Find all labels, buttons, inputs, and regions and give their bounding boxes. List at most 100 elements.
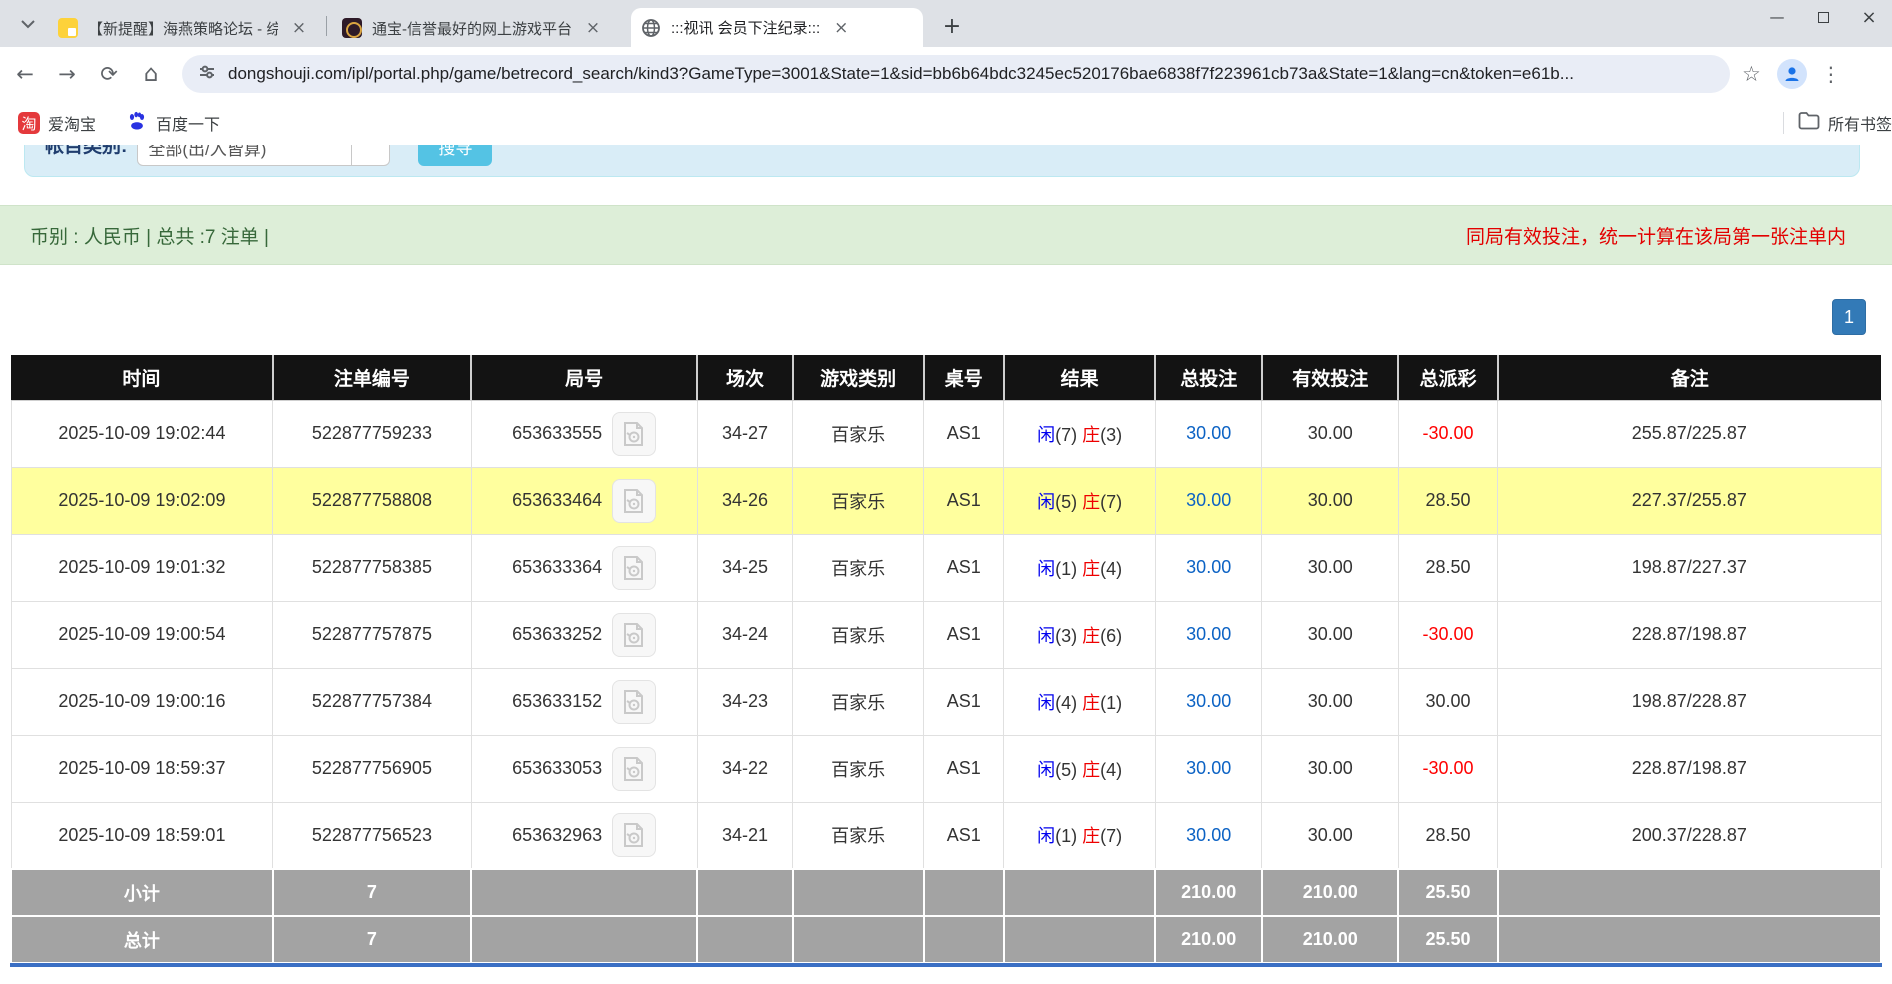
cell-round: 653633464 xyxy=(471,467,697,534)
subtotal-valid-bet: 210.00 xyxy=(1262,869,1399,916)
tab-close-icon[interactable]: × xyxy=(584,19,602,37)
empty-cell xyxy=(1498,869,1881,916)
cell-time: 2025-10-09 19:00:54 xyxy=(11,601,273,668)
cell-payout: 28.50 xyxy=(1398,534,1497,601)
home-icon[interactable]: ⌂ xyxy=(134,57,168,91)
result-banker: 庄 xyxy=(1082,492,1100,512)
all-bookmarks-label: 所有书签 xyxy=(1828,111,1892,135)
video-replay-icon[interactable] xyxy=(612,747,656,791)
cell-game-type: 百家乐 xyxy=(793,802,924,869)
cell-valid-bet: 30.00 xyxy=(1262,601,1399,668)
video-replay-icon[interactable] xyxy=(612,813,656,857)
cell-result: 闲(5) 庄(4) xyxy=(1004,735,1155,802)
total-bet-link[interactable]: 30.00 xyxy=(1186,825,1231,845)
search-button[interactable]: 搜寻 xyxy=(418,145,492,166)
tab-close-icon[interactable]: × xyxy=(290,19,308,37)
result-player: 闲 xyxy=(1037,693,1055,713)
result-banker: 庄 xyxy=(1082,693,1100,713)
reload-icon[interactable]: ⟳ xyxy=(92,57,126,91)
video-replay-icon[interactable] xyxy=(612,680,656,724)
result-banker: 庄 xyxy=(1082,760,1100,780)
cell-game-type: 百家乐 xyxy=(793,400,924,467)
result-banker: 庄 xyxy=(1082,826,1100,846)
cell-round: 653633555 xyxy=(471,400,697,467)
bet-records-table: 时间 注单编号 局号 场次 游戏类别 桌号 结果 总投注 有效投注 总派彩 备注… xyxy=(10,355,1882,964)
maximize-icon[interactable] xyxy=(1800,0,1846,34)
new-tab-icon[interactable]: + xyxy=(938,14,966,42)
bookmark-taobao[interactable]: 淘 爱淘宝 xyxy=(18,111,96,135)
video-replay-icon[interactable] xyxy=(612,412,656,456)
cell-result: 闲(3) 庄(6) xyxy=(1004,601,1155,668)
result-banker: 庄 xyxy=(1082,626,1100,646)
bookmark-baidu[interactable]: 百度一下 xyxy=(126,110,220,137)
cell-bet-id: 522877759233 xyxy=(273,400,471,467)
cell-round: 653632963 xyxy=(471,802,697,869)
tab-tongbao[interactable]: 通宝-信誉最好的网上游戏平台 × xyxy=(332,9,622,47)
video-replay-icon[interactable] xyxy=(612,613,656,657)
cell-session: 34-27 xyxy=(697,400,792,467)
cell-session: 34-25 xyxy=(697,534,792,601)
video-replay-icon[interactable] xyxy=(612,479,656,523)
folder-icon xyxy=(1798,112,1820,135)
total-bet-link[interactable]: 30.00 xyxy=(1186,557,1231,577)
video-replay-icon[interactable] xyxy=(612,546,656,590)
close-window-icon[interactable]: × xyxy=(1846,0,1892,34)
site-settings-icon[interactable] xyxy=(198,63,216,86)
cell-bet-id: 522877758385 xyxy=(273,534,471,601)
profile-avatar[interactable] xyxy=(1777,59,1807,89)
result-player-score: (5) xyxy=(1055,760,1077,780)
total-total-bet: 210.00 xyxy=(1155,916,1262,963)
bookmark-label: 百度一下 xyxy=(156,111,220,135)
tab-search-chevron-icon[interactable] xyxy=(14,10,42,38)
bookmark-star-icon[interactable]: ☆ xyxy=(1742,62,1761,86)
cell-round: 653633364 xyxy=(471,534,697,601)
window-controls: — × xyxy=(1754,0,1892,34)
tab-haiyan-forum[interactable]: 【新提醒】海燕策略论坛 - 综合 × xyxy=(48,9,320,47)
all-bookmarks[interactable]: 所有书签 xyxy=(1783,101,1892,145)
filter-select-arrow[interactable] xyxy=(352,145,390,166)
cell-remark: 255.87/225.87 xyxy=(1498,400,1881,467)
cell-session: 34-26 xyxy=(697,467,792,534)
result-player: 闲 xyxy=(1037,826,1055,846)
total-bet-link[interactable]: 30.00 xyxy=(1186,624,1231,644)
page-1-button[interactable]: 1 xyxy=(1832,299,1866,335)
table-row: 2025-10-09 19:02:44 522877759233 6536335… xyxy=(11,400,1881,467)
cell-time: 2025-10-09 19:00:16 xyxy=(11,668,273,735)
menu-dots-icon[interactable]: ⋮ xyxy=(1819,62,1843,86)
result-player: 闲 xyxy=(1037,559,1055,579)
cell-valid-bet: 30.00 xyxy=(1262,802,1399,869)
empty-cell xyxy=(1498,916,1881,963)
cell-payout: 28.50 xyxy=(1398,467,1497,534)
empty-cell xyxy=(793,916,924,963)
total-bet-link[interactable]: 30.00 xyxy=(1186,423,1231,443)
cell-bet-id: 522877756523 xyxy=(273,802,471,869)
globe-icon xyxy=(641,18,661,38)
back-icon[interactable]: ← xyxy=(8,57,42,91)
cell-time: 2025-10-09 19:02:44 xyxy=(11,400,273,467)
total-bet-link[interactable]: 30.00 xyxy=(1186,691,1231,711)
total-bet-link[interactable]: 30.00 xyxy=(1186,758,1231,778)
tab-bet-records-active[interactable]: :::视讯 会员下注纪录::: × xyxy=(631,8,923,47)
cell-time: 2025-10-09 19:02:09 xyxy=(11,467,273,534)
round-number: 653633555 xyxy=(512,423,602,444)
url-bar[interactable]: dongshouji.com/ipl/portal.php/game/betre… xyxy=(182,55,1730,93)
taobao-icon: 淘 xyxy=(18,112,40,134)
cell-bet-id: 522877757875 xyxy=(273,601,471,668)
cell-round: 653633252 xyxy=(471,601,697,668)
cell-table-no: AS1 xyxy=(924,601,1004,668)
minimize-icon[interactable]: — xyxy=(1754,0,1800,34)
cell-table-no: AS1 xyxy=(924,802,1004,869)
cell-remark: 228.87/198.87 xyxy=(1498,735,1881,802)
empty-cell xyxy=(697,916,792,963)
round-number: 653633464 xyxy=(512,490,602,511)
result-player-score: (1) xyxy=(1055,559,1077,579)
tab-close-icon[interactable]: × xyxy=(832,19,850,37)
forward-icon[interactable]: → xyxy=(50,57,84,91)
cell-valid-bet: 30.00 xyxy=(1262,400,1399,467)
header-round-id: 局号 xyxy=(471,355,697,400)
filter-category-select[interactable]: 全部(出/入皆算) xyxy=(137,145,352,166)
tab-divider xyxy=(326,16,327,36)
header-result: 结果 xyxy=(1004,355,1155,400)
cell-valid-bet: 30.00 xyxy=(1262,467,1399,534)
total-bet-link[interactable]: 30.00 xyxy=(1186,490,1231,510)
